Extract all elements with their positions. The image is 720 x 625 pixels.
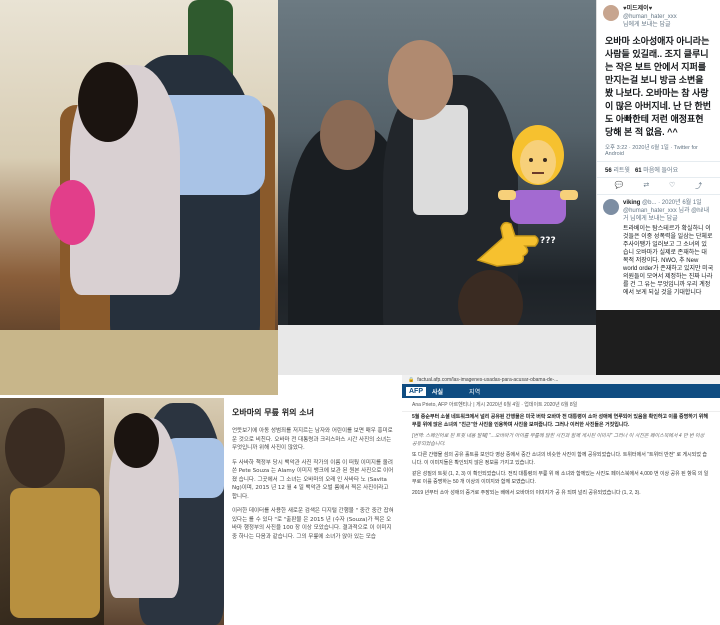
tweet-header: ♥미드제이♥ @human_hater_xxx 님에게 보내는 답글	[597, 0, 720, 31]
article-title: 오바마의 무릎 위의 소녀	[232, 408, 314, 417]
article-paragraph: [번역: 스페인어로 된 트윗 내용 발췌] "...오바마가 아이를 무릎에 …	[412, 433, 705, 447]
afp-factcheck-page: 🔒 factual.afp.com/las-imagenes-usadas-pa…	[402, 375, 720, 625]
article-paragraph: 같은 성질의 트윗 (1, 2, 3) 이 확인되었습니다. 전직 대통령의 무…	[412, 471, 709, 485]
likes-label[interactable]: 마음에 들어요	[643, 168, 678, 174]
photo-carpet	[0, 330, 278, 395]
article-paragraph: 언뜻보기에 아동 성범죄를 저지르는 남자와 어린이를 보면 매우 흥미로운 것…	[232, 428, 393, 451]
tweet-actions: 💬 ⇄ ♡ ⤴	[597, 178, 720, 195]
photo-child-figure	[5, 408, 65, 488]
afp-header: AFP 사실 지역	[402, 384, 720, 398]
question-marks-label: ???	[540, 236, 556, 246]
tweet-handle[interactable]: @human_hater_xxx	[623, 13, 677, 21]
photo-distressed-child	[0, 398, 104, 625]
reply-icon[interactable]: 💬	[615, 181, 624, 191]
tweet-stats: 56 리트윗 61 마음에 들어요	[597, 162, 720, 178]
photo-oval-office-small	[104, 398, 224, 625]
reply-note: @human_hater_xxx 님과 @hi!내거 님에게 보내는 답글	[623, 208, 710, 222]
photo-man-right-shirt	[413, 105, 468, 215]
tweet-meta: 오후 3:22 · 2020년 6월 1일 · Twitter for Andr…	[597, 139, 720, 162]
url-text[interactable]: factual.afp.com/las-imagenes-usadas-para…	[417, 377, 558, 383]
photo-boat-hull	[278, 325, 596, 375]
nav-region[interactable]: 지역	[469, 387, 480, 396]
share-icon[interactable]: ⤴	[695, 181, 702, 191]
like-icon[interactable]: ♡	[669, 181, 675, 191]
article-paragraph: 이러한 데이터를 사용한 새로운 검색은 디지털 간행물 " 중간 중간 잡혀 …	[232, 508, 394, 540]
tweet-reply-note: 님에게 보내는 답글	[623, 22, 671, 28]
korean-article: 오바마의 무릎 위의 소녀 언뜻보기에 아동 성범죄를 저지르는 남자와 어린이…	[224, 395, 402, 625]
retweets-label[interactable]: 리트윗	[613, 168, 630, 174]
likes-count[interactable]: 61	[635, 168, 642, 174]
photo-girl-hair	[78, 62, 138, 142]
article-paragraph: 두 사바하 책정부 당시 백악관 사진 작가의 이름 이 떠뒀 이미지를 올려 …	[232, 459, 394, 500]
photo-oval-office	[0, 0, 278, 395]
photo-pink-toy	[50, 180, 95, 245]
lock-icon: 🔒	[408, 376, 415, 383]
tweet-text: 오바마 소아성애자 아니라는 사람들 있길래.. 조지 클루니 는 작은 보트 …	[605, 36, 712, 137]
address-bar[interactable]: 🔒 factual.afp.com/las-imagenes-usadas-pa…	[402, 375, 720, 384]
afp-brand[interactable]: 사실	[432, 387, 443, 396]
article-lead: 5월 중순부터 소셜 네트워크에서 널리 공유된 간행물은 미국 버락 오바마 …	[412, 414, 708, 428]
pointing-hand-icon	[473, 210, 543, 270]
reply-date: · 2020년 6월 1일	[658, 200, 702, 206]
reply-display-name[interactable]: viking	[623, 200, 640, 206]
photo-man-right-head	[388, 40, 453, 120]
retweets-count[interactable]: 56	[605, 168, 612, 174]
photo-gold-fabric	[10, 488, 100, 618]
article-byline: Ana Prieto, AFP 아르헨티나 | 게시 2020년 6월 4일 ·…	[402, 398, 720, 412]
reply-handle[interactable]: @b...	[642, 200, 656, 206]
photo-man-left-head	[320, 100, 375, 170]
reply-avatar[interactable]	[603, 199, 619, 215]
tweet-display-name[interactable]: ♥미드제이♥	[623, 5, 677, 13]
photo-boat: ???	[278, 0, 596, 375]
article-paragraph: 또 다른 간행물 섬의 공유 홀트를 보인다 영상 중에서 중간 소녀의 비슷한…	[412, 452, 707, 466]
avatar[interactable]	[603, 5, 619, 21]
photo-small-girl-hair	[114, 413, 159, 468]
article-paragraph: 2019 년부터 소아 성애의 증거로 주장되는 배에서 오바마의 이미지가 공…	[412, 490, 641, 496]
retweet-icon[interactable]: ⇄	[643, 181, 649, 191]
reply-text: 트라베이는 탐스테르가 확실하니 이것들은 이중 성폭력을 일삼는 단체로 주사…	[623, 226, 714, 296]
afp-logo[interactable]: AFP	[406, 386, 426, 396]
tweet-panel: ♥미드제이♥ @human_hater_xxx 님에게 보내는 답글 오바마 소…	[596, 0, 720, 310]
tweet-reply[interactable]: viking @b... · 2020년 6월 1일 @human_hater_…	[597, 195, 720, 301]
dark-background-strip	[596, 310, 720, 375]
